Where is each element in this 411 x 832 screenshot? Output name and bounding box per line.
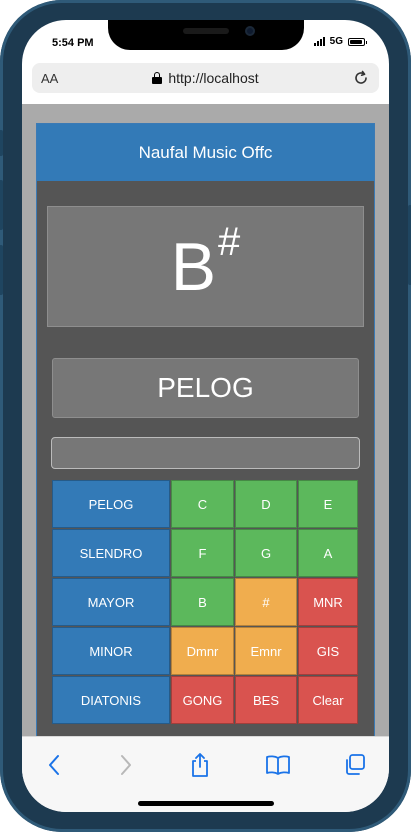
key-diatonis[interactable]: DIATONIS xyxy=(52,676,170,724)
key-slendro[interactable]: SLENDRO xyxy=(52,529,170,577)
key-sharp[interactable]: # xyxy=(235,578,297,626)
note-letter: B xyxy=(170,228,217,305)
web-content: Naufal Music Offc B # PELOG PELOG C D E SLEN… xyxy=(22,104,389,736)
status-indicators: 5G xyxy=(313,36,367,47)
signal-icon xyxy=(313,37,325,46)
url-text[interactable]: http://localhost xyxy=(168,70,258,86)
key-mayor[interactable]: MAYOR xyxy=(52,578,170,626)
forward-icon[interactable] xyxy=(111,751,141,779)
volume-down-button xyxy=(0,245,3,295)
key-a[interactable]: A xyxy=(298,529,358,577)
lock-icon xyxy=(152,72,163,84)
app-title: Naufal Music Offc xyxy=(37,124,374,181)
battery-icon xyxy=(348,37,367,46)
key-pelog[interactable]: PELOG xyxy=(52,480,170,528)
reload-icon[interactable] xyxy=(352,69,370,92)
key-gis[interactable]: GIS xyxy=(298,627,358,675)
note-accidental: # xyxy=(218,220,241,264)
key-e[interactable]: E xyxy=(298,480,358,528)
battery-level xyxy=(350,39,362,44)
bookmarks-icon[interactable] xyxy=(263,751,293,779)
key-bes[interactable]: BES xyxy=(235,676,297,724)
key-emnr[interactable]: Emnr xyxy=(235,627,297,675)
volume-up-button xyxy=(0,180,3,230)
key-minor[interactable]: MINOR xyxy=(52,627,170,675)
phone-screen: 5:54 PM 5G AA http://localhost Naufal Mu… xyxy=(22,20,389,812)
safari-toolbar xyxy=(22,736,389,812)
front-camera xyxy=(245,26,255,36)
mode-display: PELOG xyxy=(52,358,359,418)
keypad: PELOG C D E SLENDRO F G A MAYOR B # MNR MINOR Dmnr Emn… xyxy=(52,480,359,724)
back-icon[interactable] xyxy=(39,751,69,779)
silent-switch xyxy=(0,130,3,156)
url-display[interactable]: http://localhost xyxy=(32,70,379,86)
key-dmnr[interactable]: Dmnr xyxy=(171,627,234,675)
address-bar[interactable]: AA http://localhost xyxy=(32,63,379,93)
key-c[interactable]: C xyxy=(171,480,234,528)
notch xyxy=(108,20,304,50)
note-display: B # xyxy=(47,206,364,327)
key-clear[interactable]: Clear xyxy=(298,676,358,724)
key-g[interactable]: G xyxy=(235,529,297,577)
note-input[interactable] xyxy=(51,437,360,469)
key-gong[interactable]: GONG xyxy=(171,676,234,724)
home-indicator xyxy=(138,801,274,806)
key-mnr[interactable]: MNR xyxy=(298,578,358,626)
app-container: Naufal Music Offc B # PELOG PELOG C D E SLEN… xyxy=(36,123,375,736)
speaker xyxy=(183,28,229,34)
status-time: 5:54 PM xyxy=(52,37,94,49)
tabs-icon[interactable] xyxy=(340,751,370,779)
network-type: 5G xyxy=(329,36,343,47)
share-icon[interactable] xyxy=(185,751,215,779)
key-b[interactable]: B xyxy=(171,578,234,626)
key-f[interactable]: F xyxy=(171,529,234,577)
key-d[interactable]: D xyxy=(235,480,297,528)
